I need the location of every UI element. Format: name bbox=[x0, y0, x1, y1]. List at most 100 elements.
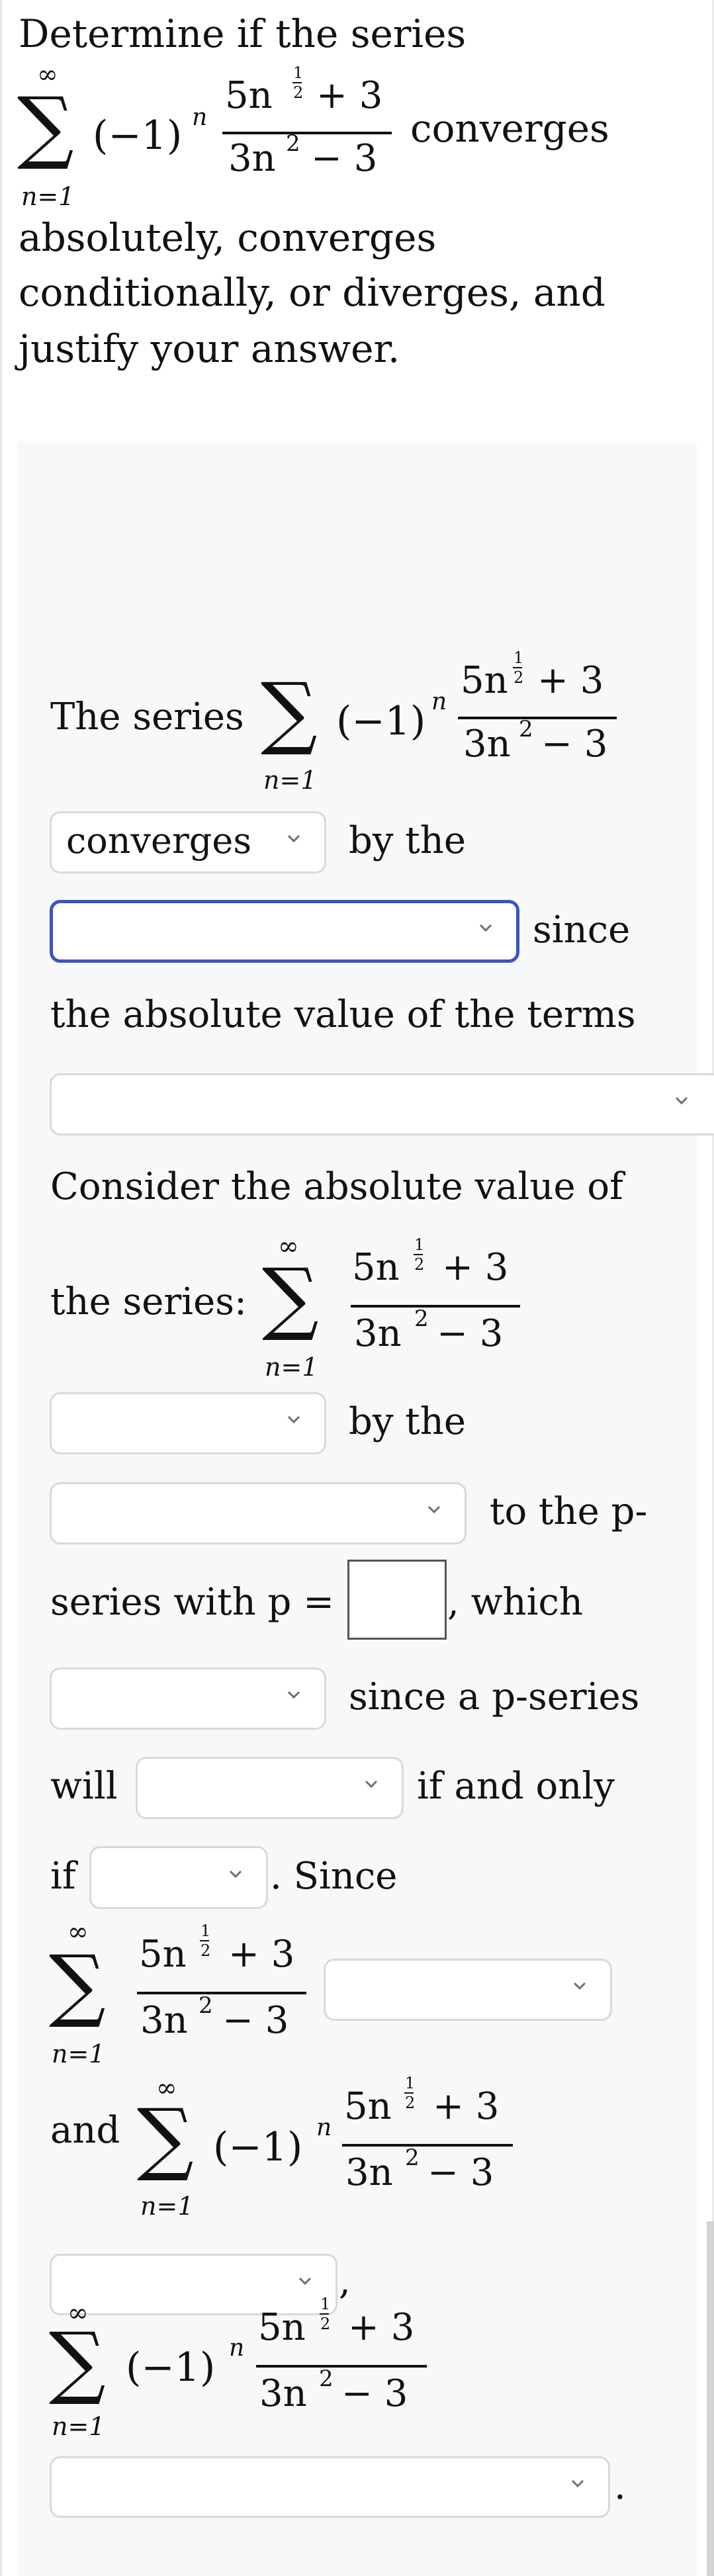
denominator-rest: − 3 bbox=[311, 137, 378, 180]
sign-exponent: n bbox=[192, 104, 208, 131]
exp-numerator: 1 bbox=[320, 2295, 331, 2313]
sign-factor: (−1) bbox=[336, 698, 426, 744]
by-the-text-2: by the bbox=[349, 1400, 466, 1443]
fraction-bar bbox=[458, 717, 617, 719]
exp-numerator: 1 bbox=[513, 648, 524, 667]
which-text: , which bbox=[447, 1581, 583, 1624]
lower-limit: n=1 bbox=[265, 1353, 318, 1382]
denominator-exp: 2 bbox=[414, 1306, 429, 1332]
p-value-input[interactable] bbox=[347, 1560, 447, 1640]
denominator-rest: − 3 bbox=[437, 1312, 504, 1355]
denominator-exp: 2 bbox=[319, 2366, 334, 2392]
sign-factor: (−1) bbox=[213, 2124, 303, 2170]
exp-denominator: 2 bbox=[320, 2315, 331, 2333]
lower-limit: n=1 bbox=[263, 766, 317, 795]
if-and-only-text: if and only bbox=[417, 1765, 615, 1808]
numerator-coef: 5n bbox=[461, 659, 508, 702]
denominator-base: 3n bbox=[228, 137, 276, 180]
question-line-4: justify your answer. bbox=[19, 326, 400, 371]
denominator-rest: − 3 bbox=[222, 1999, 289, 2042]
sign-exponent: n bbox=[431, 688, 447, 715]
denominator-exp: 2 bbox=[286, 130, 300, 157]
denominator-base: 3n bbox=[354, 1312, 402, 1355]
sigma-symbol: ∑ bbox=[261, 666, 318, 758]
chevron-down-icon bbox=[287, 1413, 300, 1426]
denominator-rest: − 3 bbox=[427, 2151, 494, 2194]
sigma-symbol: ∑ bbox=[49, 1939, 106, 2031]
select-value: converges bbox=[66, 819, 252, 862]
numerator-rest: + 3 bbox=[537, 659, 604, 702]
denominator-rest: − 3 bbox=[541, 723, 608, 766]
the-series-label: The series bbox=[50, 695, 244, 738]
sigma-symbol: ∑ bbox=[262, 1252, 319, 1344]
since-text: since bbox=[533, 909, 631, 952]
fraction-bar bbox=[222, 132, 392, 134]
convergence-select[interactable]: converges bbox=[50, 811, 326, 873]
sign-exponent: n bbox=[229, 2334, 245, 2362]
by-the-text: by the bbox=[349, 819, 466, 862]
if-text: if bbox=[50, 1855, 76, 1898]
fraction-bar bbox=[256, 2365, 427, 2368]
lower-limit: n=1 bbox=[140, 2192, 194, 2221]
p-series-behavior-select[interactable] bbox=[136, 1757, 404, 1819]
sign-factor: (−1) bbox=[93, 112, 183, 159]
denominator-base: 3n bbox=[345, 2151, 393, 2194]
exp-numerator: 1 bbox=[201, 1922, 211, 1940]
exp-numerator: 1 bbox=[414, 1235, 425, 1254]
fraction-bar bbox=[351, 1305, 520, 1308]
denominator-exp: 2 bbox=[199, 1992, 213, 2019]
chevron-down-icon bbox=[479, 921, 492, 934]
since-text-2: . Since bbox=[270, 1855, 398, 1898]
sigma-symbol: ∑ bbox=[49, 2316, 106, 2408]
exp-denominator: 2 bbox=[405, 2094, 416, 2112]
sigma-symbol: ∑ bbox=[137, 2092, 194, 2184]
denominator-base: 3n bbox=[259, 2372, 307, 2415]
denominator-base: 3n bbox=[463, 723, 511, 766]
exp-numerator: 1 bbox=[405, 2074, 416, 2092]
numerator-rest: + 3 bbox=[316, 74, 383, 117]
abs-convergence-select[interactable] bbox=[50, 1392, 326, 1454]
exp-numerator: 1 bbox=[293, 64, 304, 82]
fraction-bar bbox=[137, 1992, 306, 1994]
numerator-rest: + 3 bbox=[348, 2306, 415, 2349]
numerator-coef: 5n bbox=[344, 2085, 392, 2128]
numerator-coef: 5n bbox=[352, 1246, 400, 1289]
chevron-down-icon bbox=[298, 2274, 312, 2287]
question-line-2: absolutely, converges bbox=[19, 215, 437, 260]
abs-terms-text: the absolute value of the terms bbox=[50, 993, 636, 1036]
chevron-down-icon bbox=[675, 1094, 688, 1107]
consider-text: Consider the absolute value of bbox=[50, 1165, 623, 1208]
chevron-down-icon bbox=[571, 2477, 584, 2490]
comma-text: , bbox=[339, 2260, 351, 2303]
will-text: will bbox=[50, 1765, 118, 1808]
lower-limit: n=1 bbox=[52, 2039, 105, 2068]
denominator-base: 3n bbox=[140, 1999, 188, 2042]
lower-limit: n=1 bbox=[52, 2412, 105, 2441]
sign-factor: (−1) bbox=[126, 2344, 216, 2391]
sigma-symbol: ∑ bbox=[17, 81, 74, 173]
left-border bbox=[0, 0, 2, 2576]
chevron-down-icon bbox=[287, 1688, 300, 1701]
chevron-down-icon bbox=[573, 1979, 586, 1992]
p-condition-select[interactable] bbox=[89, 1846, 268, 1909]
final-conclusion-select[interactable] bbox=[50, 2456, 610, 2518]
numerator-coef: 5n bbox=[225, 74, 273, 117]
scrollbar[interactable] bbox=[707, 2221, 714, 2576]
chevron-down-icon bbox=[427, 1503, 441, 1516]
abs-series-select[interactable] bbox=[324, 1959, 612, 2021]
chevron-down-icon bbox=[287, 832, 300, 845]
test-select[interactable] bbox=[50, 900, 519, 963]
exp-denominator: 2 bbox=[414, 1255, 425, 1274]
question-line-1: Determine if the series bbox=[19, 11, 467, 56]
the-series-colon-label: the series: bbox=[50, 1280, 247, 1323]
numerator-rest: + 3 bbox=[228, 1933, 295, 1976]
question-converges: converges bbox=[410, 106, 609, 151]
comparison-test-select[interactable] bbox=[50, 1482, 467, 1544]
numerator-rest: + 3 bbox=[433, 2085, 500, 2128]
numerator-rest: + 3 bbox=[442, 1246, 509, 1289]
terms-behavior-select[interactable] bbox=[50, 1073, 714, 1135]
fraction-bar bbox=[342, 2144, 513, 2147]
since-p-series-text: since a p-series bbox=[349, 1675, 640, 1718]
chevron-down-icon bbox=[229, 1867, 242, 1881]
p-series-result-select[interactable] bbox=[50, 1667, 326, 1730]
